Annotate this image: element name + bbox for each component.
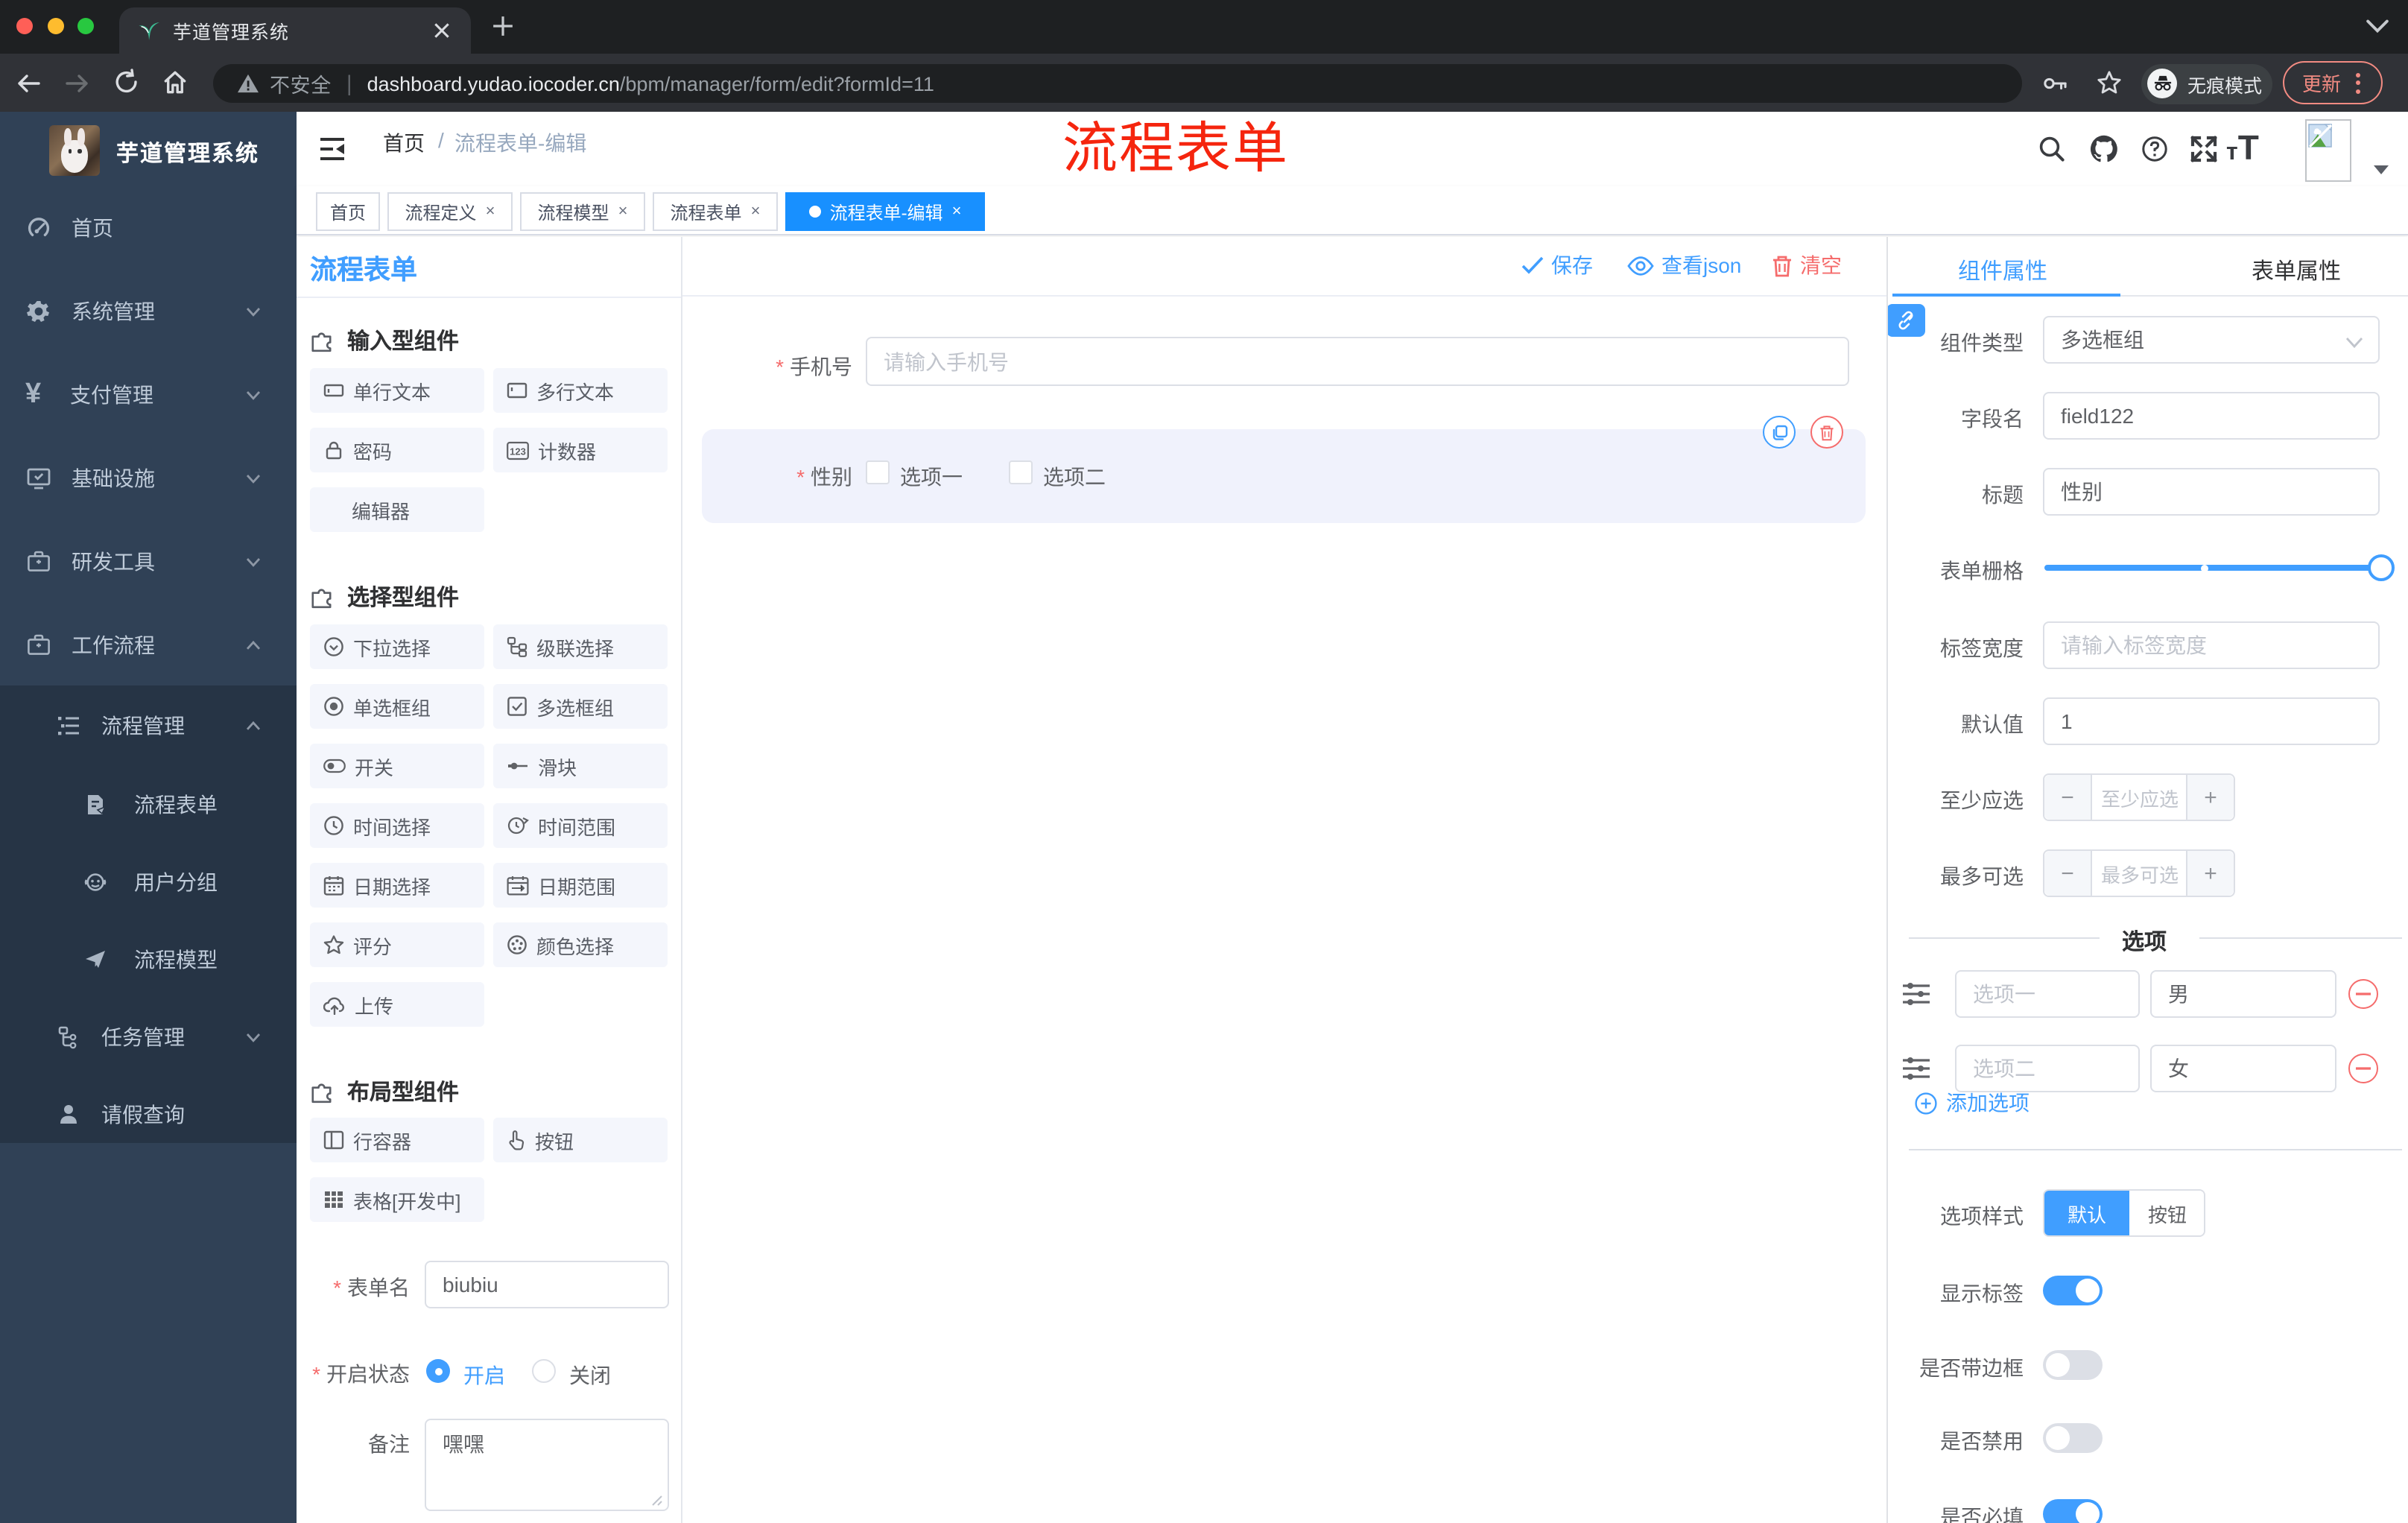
svg-text:123: 123 <box>510 446 526 457</box>
